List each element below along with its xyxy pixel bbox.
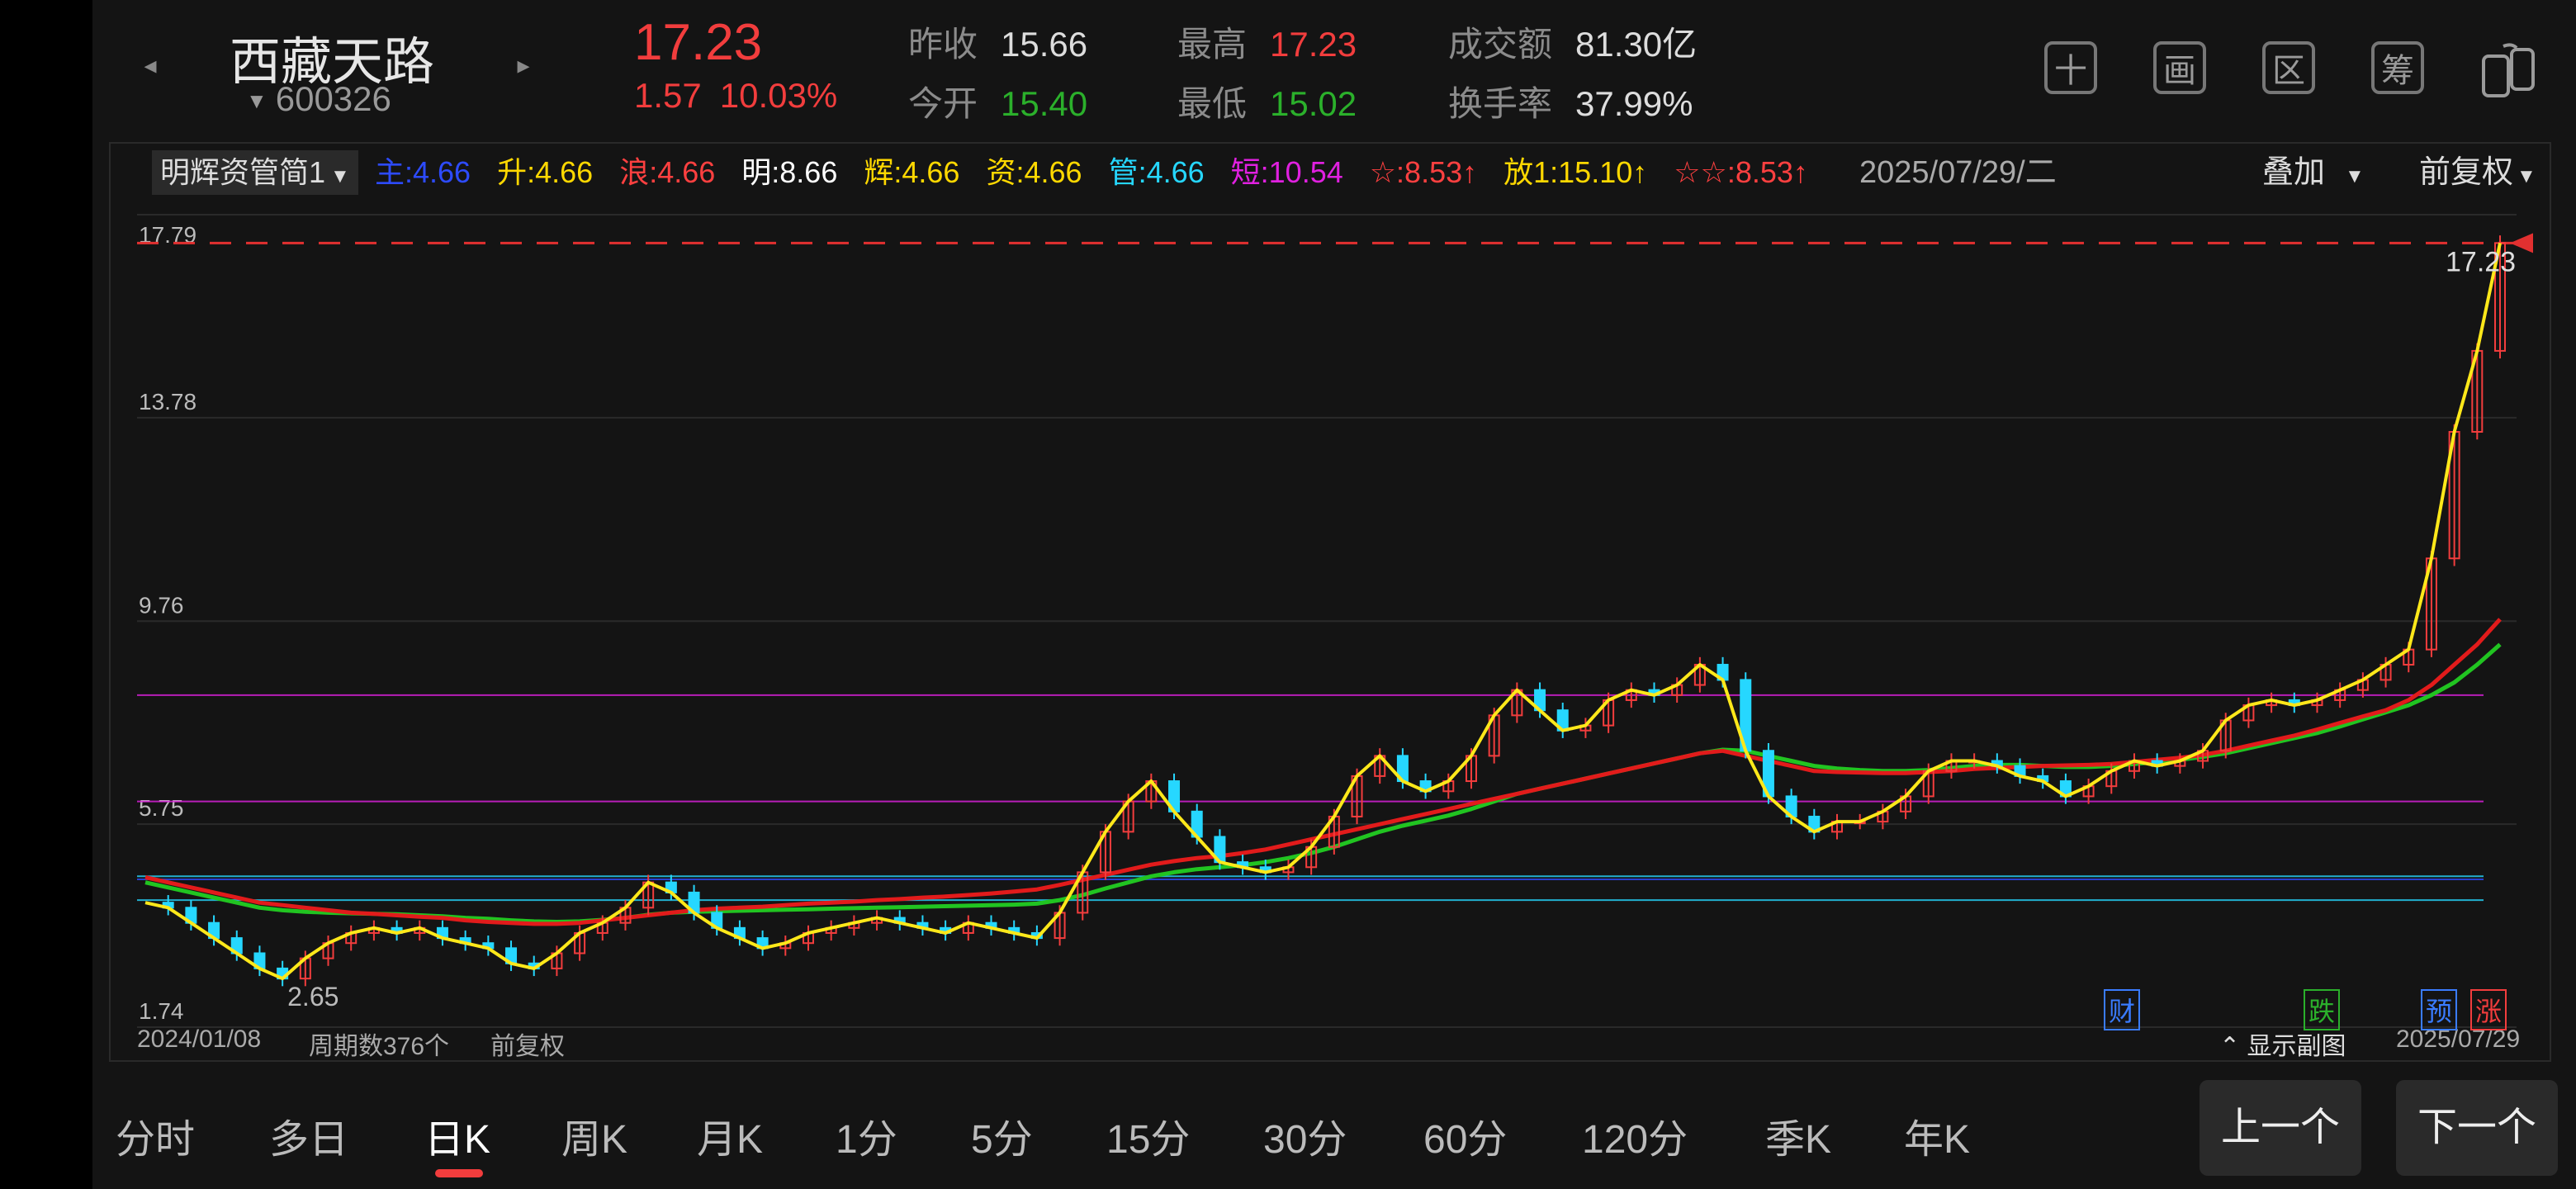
- crosshair-icon[interactable]: 十: [2044, 41, 2097, 94]
- kline-panel[interactable]: 明辉资管简1 ▼ 主:4.66 升:4.66 浪:4.66 明:8.66 辉:4.…: [109, 142, 2551, 1062]
- quote-value: 15.66: [1001, 25, 1088, 64]
- quote-label: 换手率: [1448, 84, 1553, 123]
- tab-60min[interactable]: 60分: [1423, 1106, 1507, 1164]
- quote-label: 昨收: [908, 25, 978, 64]
- quote-label: 最高: [1177, 25, 1248, 64]
- range-icon[interactable]: 区: [2262, 41, 2315, 94]
- y-tick-label: 1.74: [139, 998, 184, 1024]
- chevron-down-icon: ▼: [246, 88, 268, 114]
- stock-code-dropdown[interactable]: ▼ 600326: [246, 79, 391, 119]
- quote-turnover-amount: 成交额 81.30亿: [1448, 17, 1697, 67]
- tab-yearly-k[interactable]: 年K: [1904, 1106, 1970, 1164]
- last-price: 17.23: [634, 14, 763, 71]
- y-tick-label: 13.78: [139, 389, 197, 414]
- next-stock-button[interactable]: 下一个: [2396, 1080, 2558, 1176]
- quote-prev-close: 昨收 15.66: [908, 17, 1087, 67]
- stock-code: 600326: [275, 79, 391, 118]
- tab-intraday[interactable]: 分时: [116, 1106, 195, 1164]
- ma-long-line: [144, 618, 2502, 926]
- tab-quarterly-k[interactable]: 季K: [1765, 1106, 1831, 1164]
- rise-badge[interactable]: 涨: [2470, 989, 2507, 1030]
- quote-turnover-rate: 换手率 37.99%: [1448, 76, 1693, 126]
- price-change: 1.57 10.03%: [634, 76, 837, 116]
- quote-header: ◂ 西藏天路 ▼ 600326 ▸ 17.23 1.57 10.03% 昨收 15.6…: [92, 0, 2576, 137]
- tab-daily-k[interactable]: 日K: [424, 1106, 490, 1164]
- ma-mid-line: [144, 642, 2502, 924]
- prev-stock-button[interactable]: 上一个: [2200, 1080, 2361, 1176]
- tab-5min[interactable]: 5分: [971, 1106, 1033, 1164]
- change-value: 1.57: [634, 76, 702, 115]
- change-percent: 10.03%: [719, 76, 838, 115]
- show-sub-chart-toggle[interactable]: ⌃ 显示副图: [2219, 1026, 2346, 1062]
- tab-1min[interactable]: 1分: [836, 1106, 897, 1164]
- tab-15min[interactable]: 15分: [1106, 1106, 1190, 1164]
- kline-screen: ◂ 西藏天路 ▼ 600326 ▸ 17.23 1.57 10.03% 昨收 15.6…: [92, 0, 2576, 1189]
- tab-monthly-k[interactable]: 月K: [697, 1106, 763, 1164]
- tab-120min[interactable]: 120分: [1582, 1106, 1688, 1164]
- tab-weekly-k[interactable]: 周K: [561, 1106, 627, 1164]
- quote-value: 17.23: [1270, 25, 1357, 64]
- tab-30min[interactable]: 30分: [1263, 1106, 1347, 1164]
- active-tab-indicator: [435, 1169, 483, 1177]
- quote-value: 81.30亿: [1575, 25, 1698, 64]
- prev-stock-arrow-icon[interactable]: ◂: [134, 50, 167, 83]
- quote-low: 最低 15.02: [1177, 76, 1357, 126]
- finance-badge[interactable]: 财: [2104, 989, 2141, 1030]
- quote-value: 15.40: [1001, 84, 1088, 123]
- min-price-label: 2.65: [287, 982, 339, 1011]
- quote-high: 最高 17.23: [1177, 17, 1357, 67]
- tab-multi-day[interactable]: 多日: [269, 1106, 348, 1164]
- chips-icon[interactable]: 筹: [2371, 41, 2424, 94]
- forecast-badge[interactable]: 预: [2421, 989, 2458, 1030]
- rotate-screen-icon[interactable]: [2479, 41, 2535, 97]
- y-tick-label: 5.75: [139, 795, 184, 821]
- quote-value: 37.99%: [1575, 84, 1693, 123]
- quote-label: 成交额: [1448, 25, 1553, 64]
- quote-value: 15.02: [1270, 84, 1357, 123]
- rotate-glyph: [2482, 43, 2535, 97]
- y-tick-label: 9.76: [139, 592, 184, 618]
- kline-chart[interactable]: 17.7913.789.765.751.74 2.6517.23: [111, 144, 2550, 1060]
- next-stock-arrow-icon[interactable]: ▸: [507, 50, 540, 83]
- max-price-label: 17.23: [2446, 246, 2516, 277]
- quote-label: 最低: [1177, 84, 1248, 123]
- fall-badge[interactable]: 跌: [2304, 989, 2341, 1030]
- draw-icon[interactable]: 画: [2153, 41, 2206, 94]
- quote-open: 今开 15.40: [908, 76, 1087, 126]
- adjust-note: 前复权: [490, 1033, 565, 1060]
- quote-label: 今开: [908, 84, 978, 123]
- x-start-date: 2024/01/08: [137, 1026, 262, 1053]
- period-count: 周期数376个: [309, 1033, 450, 1060]
- close-trend-line: [144, 242, 2502, 981]
